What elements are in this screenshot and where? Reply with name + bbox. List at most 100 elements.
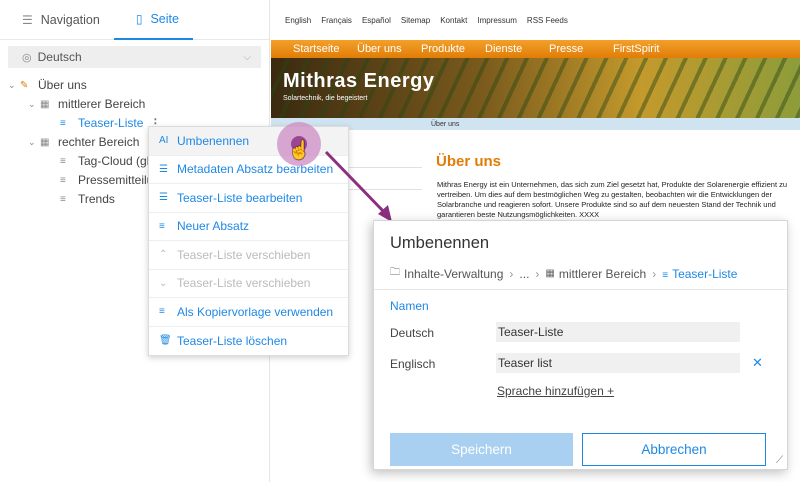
save-button[interactable]: Speichern — [390, 433, 573, 466]
list-icon: ≡ — [60, 193, 66, 205]
site-page-title: Über uns — [436, 153, 502, 170]
breadcrumb-current-label: Teaser-Liste — [672, 266, 738, 281]
add-language-link[interactable]: Sprache hinzufügen + — [497, 384, 614, 398]
tree-node-tag-cloud[interactable]: ≡ Tag-Cloud (glo — [60, 152, 156, 170]
site-menu-startseite[interactable]: Startseite — [293, 43, 357, 55]
chevron-down-icon: ⌄ — [159, 277, 168, 289]
edit-list-icon: ☰ — [159, 192, 168, 204]
breadcrumb-item-root[interactable]: Inhalte-Verwaltung — [404, 267, 503, 281]
chevron-right-icon: › — [652, 266, 657, 281]
breadcrumb-item-ellipsis[interactable]: ... — [519, 267, 529, 281]
tree-node-rechter-bereich[interactable]: ⌄ ▦ rechter Bereich — [28, 133, 139, 151]
tree-node-mittlerer-bereich[interactable]: ⌄ ▦ mittlerer Bereich — [28, 95, 145, 113]
menu-item-use-as-template[interactable]: ≡ Als Kopiervorlage verwenden — [149, 298, 348, 327]
name-field-englisch[interactable]: Teaser list — [496, 353, 740, 373]
tree-node-label: Über uns — [38, 78, 87, 92]
site-banner: Mithras Energy Solartechnik, die begeist… — [271, 58, 800, 118]
dialog-divider — [374, 289, 787, 290]
site-menu-dienste[interactable]: Dienste — [485, 43, 549, 55]
site-menu-ueber-uns[interactable]: Über uns — [357, 43, 421, 55]
names-section-label: Namen — [390, 299, 429, 313]
tab-navigation[interactable]: ☰ Navigation — [0, 0, 114, 40]
tree-node-pressemitteilungen[interactable]: ≡ Pressemitteilu — [60, 171, 153, 189]
field-label-englisch: Englisch — [390, 357, 436, 371]
language-select[interactable]: ◎ Deutsch ⌵ — [8, 46, 261, 68]
tree-node-teaser-liste[interactable]: ≡ Teaser-Liste ⋮ — [60, 114, 161, 132]
menu-item-label: Teaser-Liste verschieben — [177, 276, 311, 291]
site-menu-firstspirit[interactable]: FirstSpirit — [613, 43, 677, 55]
menu-item-label: Umbenennen — [177, 133, 250, 148]
menu-item-move-up: ⌃ Teaser-Liste verschieben — [149, 241, 348, 270]
topbar-link-sitemap[interactable]: Sitemap — [401, 16, 430, 25]
chevron-up-icon: ⌃ — [159, 249, 168, 261]
dialog-breadcrumb: 🗀 Inhalte-Verwaltung › ... › ▦ mittlerer… — [390, 265, 737, 282]
site-breadcrumb-item[interactable]: Über uns — [431, 121, 459, 128]
dialog-title: Umbenennen — [390, 234, 490, 252]
tree-node-label: Tag-Cloud (glo — [78, 154, 157, 168]
menu-item-label: Metadaten Absatz bearbeiten — [177, 162, 334, 177]
site-menu-presse[interactable]: Presse — [549, 43, 613, 55]
topbar-link-francais[interactable]: Français — [321, 16, 352, 25]
section-icon: ▦ — [40, 136, 50, 148]
context-menu: AI Umbenennen ☰ Metadaten Absatz bearbei… — [148, 126, 349, 356]
chevron-down-icon: ⌵ — [243, 51, 251, 63]
collapse-toggle-icon[interactable]: ⌄ — [8, 80, 20, 91]
tree-node-label: rechter Bereich — [58, 135, 140, 149]
trash-icon: 🗑︎ — [159, 335, 172, 347]
chevron-right-icon: › — [509, 266, 514, 281]
language-value: Deutsch — [37, 50, 82, 64]
collapse-toggle-icon[interactable]: ⌄ — [28, 99, 40, 110]
language-icon: ◎ — [22, 51, 32, 64]
name-field-deutsch[interactable]: Teaser-Liste — [496, 322, 740, 342]
site-menu-produkte[interactable]: Produkte — [421, 43, 485, 55]
topbar-link-rss[interactable]: RSS Feeds — [527, 16, 568, 25]
menu-item-edit-metadata[interactable]: ☰ Metadaten Absatz bearbeiten — [149, 156, 348, 184]
new-paragraph-icon: ≡ — [159, 220, 165, 232]
collapse-toggle-icon[interactable]: ⌄ — [28, 137, 40, 148]
tree-node-ueber-uns[interactable]: ⌄ ✎ Über uns — [8, 76, 87, 94]
tab-navigation-label: Navigation — [40, 13, 100, 27]
menu-item-delete[interactable]: 🗑︎ Teaser-Liste löschen — [149, 327, 348, 356]
tab-seite[interactable]: ▯ Seite — [113, 0, 193, 40]
menu-item-label: Teaser-Liste verschieben — [177, 247, 311, 262]
tree-node-trends[interactable]: ≡ Trends — [60, 190, 115, 208]
site-breadcrumb: Über uns — [271, 118, 800, 130]
field-label-deutsch: Deutsch — [390, 326, 435, 340]
topbar-link-espanol[interactable]: Español — [362, 16, 391, 25]
list-icon: ☰ — [22, 13, 33, 27]
pencil-icon: ✎ — [20, 79, 29, 91]
rename-dialog: Umbenennen 🗀 Inhalte-Verwaltung › ... › … — [373, 220, 788, 470]
menu-item-label: Neuer Absatz — [177, 219, 250, 234]
menu-item-new-paragraph[interactable]: ≡ Neuer Absatz — [149, 213, 348, 241]
copy-template-icon: ≡ — [159, 306, 165, 318]
hand-cursor-icon: ☝ — [288, 140, 311, 160]
rename-icon: AI — [159, 135, 169, 147]
breadcrumb-item-section[interactable]: mittlerer Bereich — [559, 267, 646, 281]
list-icon: ≡ — [60, 155, 66, 167]
resize-handle-icon[interactable]: ⟋ — [776, 455, 783, 466]
site-main-menu: Startseite Über uns Produkte Dienste Pre… — [271, 40, 800, 58]
tree-node-label: Teaser-Liste — [78, 116, 144, 130]
menu-item-label: Als Kopiervorlage verwenden — [177, 304, 334, 319]
menu-item-move-down: ⌄ Teaser-Liste verschieben — [149, 270, 348, 298]
tree-node-label: Trends — [78, 192, 115, 206]
tree-node-label: mittlerer Bereich — [58, 97, 146, 111]
menu-item-edit-teaser-list[interactable]: ☰ Teaser-Liste bearbeiten — [149, 184, 348, 213]
folder-icon: 🗀 — [390, 267, 400, 278]
site-tagline: Solartechnik, die begeistert — [283, 95, 368, 102]
cancel-button[interactable]: Abbrechen — [582, 433, 766, 466]
site-logo: Mithras Energy — [283, 70, 435, 92]
list-icon: ≡ — [60, 174, 66, 186]
section-icon: ▦ — [40, 98, 50, 110]
site-topbar: English Français Español Sitemap Kontakt… — [271, 0, 800, 40]
list-icon: ≡ — [60, 117, 66, 129]
metadata-icon: ☰ — [159, 163, 168, 175]
section-icon: ▦ — [545, 268, 555, 279]
topbar-link-kontakt[interactable]: Kontakt — [440, 16, 467, 25]
topbar-link-english[interactable]: English — [285, 16, 311, 25]
clear-field-icon[interactable]: ✕ — [752, 355, 763, 371]
site-body-text: Mithras Energy ist ein Unternehmen, das … — [437, 180, 788, 219]
chevron-right-icon: › — [535, 266, 540, 281]
topbar-link-impressum[interactable]: Impressum — [477, 16, 517, 25]
tree-node-label: Pressemitteilu — [78, 173, 154, 187]
